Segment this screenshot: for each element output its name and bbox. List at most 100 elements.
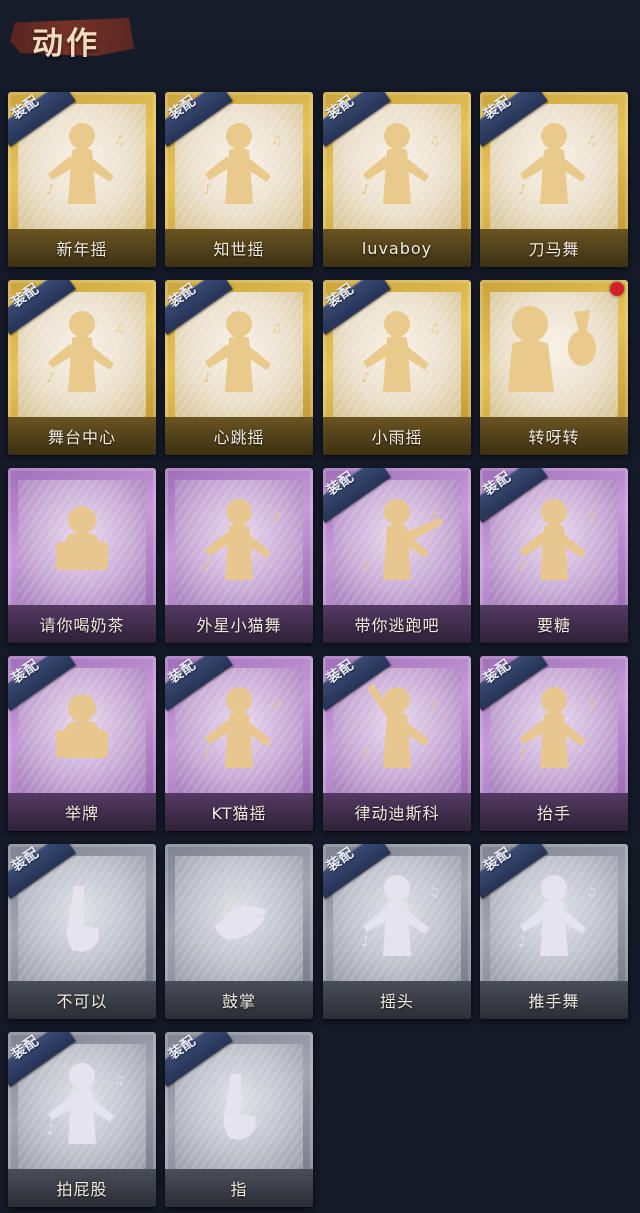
card-label: 鼓掌: [221, 992, 256, 1011]
emote-card[interactable]: 指 装配: [165, 1032, 313, 1207]
emote-card[interactable]: ♪ ♫ KT猫摇 装配: [165, 656, 313, 831]
svg-text:♪: ♪: [203, 182, 212, 198]
svg-text:♫: ♫: [271, 509, 282, 523]
card-label: 拍屁股: [56, 1180, 108, 1199]
card-label-bar: 心跳摇: [165, 417, 313, 455]
card-label: 带你逃跑吧: [354, 616, 440, 635]
emote-art: [490, 292, 618, 417]
svg-text:♪: ♪: [518, 746, 527, 762]
emote-card[interactable]: 举牌 装配: [8, 656, 156, 831]
emote-card[interactable]: 请你喝奶茶: [8, 468, 156, 643]
card-label-bar: 小雨摇: [323, 417, 471, 455]
svg-text:♪: ♪: [518, 934, 527, 950]
equipped-tag: 装配: [480, 468, 548, 523]
svg-text:♫: ♫: [429, 133, 440, 147]
svg-text:♫: ♫: [586, 697, 597, 711]
card-label-bar: KT猫摇: [165, 793, 313, 831]
svg-text:♫: ♫: [271, 133, 282, 147]
emote-card[interactable]: ♪ ♫ luvaboy 装配: [323, 92, 471, 267]
emote-card[interactable]: ♪ ♫ 知世摇 装配: [165, 92, 313, 267]
svg-text:♪: ♪: [203, 558, 212, 574]
card-label-bar: 新年摇: [8, 229, 156, 267]
card-label: 不可以: [56, 992, 108, 1011]
card-label-bar: luvaboy: [323, 229, 471, 267]
card-label: luvaboy: [361, 238, 433, 258]
svg-text:♫: ♫: [429, 885, 440, 899]
sign-holding-icon: [18, 480, 146, 605]
card-label: 知世摇: [213, 240, 265, 259]
card-label-bar: 举牌: [8, 793, 156, 831]
equipped-tag: 装配: [480, 656, 548, 711]
emote-card[interactable]: ♪ ♫ 拍屁股 装配: [8, 1032, 156, 1207]
svg-text:♫: ♫: [586, 133, 597, 147]
card-label-bar: 推手舞: [480, 981, 628, 1019]
emote-card[interactable]: ♪ ♫ 律动迪斯科 装配: [323, 656, 471, 831]
emote-card[interactable]: ♪ ♫ 刀马舞 装配: [480, 92, 628, 267]
emote-card[interactable]: ♪ ♫ 要糖 装配: [480, 468, 628, 643]
emote-card[interactable]: ♪ ♫ 带你逃跑吧 装配: [323, 468, 471, 643]
card-label: 摇头: [379, 992, 414, 1011]
card-label-bar: 鼓掌: [165, 981, 313, 1019]
card-label: 推手舞: [528, 992, 580, 1011]
emote-card[interactable]: ♪ ♫ 小雨摇 装配: [323, 280, 471, 455]
svg-text:♪: ♪: [361, 370, 370, 386]
emote-card[interactable]: ♪ ♫ 外星小猫舞: [165, 468, 313, 643]
equipped-tag: 装配: [165, 280, 233, 335]
clapping-hands-icon: [175, 856, 303, 981]
card-label: 要糖: [536, 616, 571, 635]
equipped-tag: 装配: [8, 656, 76, 711]
emote-art: ♪ ♫: [175, 480, 303, 605]
equipped-tag: 装配: [8, 280, 76, 335]
emote-card[interactable]: ♪ ♫ 推手舞 装配: [480, 844, 628, 1019]
girl-with-rabbit-icon: [490, 292, 618, 417]
card-label: 律动迪斯科: [354, 804, 440, 823]
equipped-tag: 装配: [165, 92, 233, 147]
svg-text:♪: ♪: [361, 558, 370, 574]
new-notification-dot: [610, 282, 624, 296]
svg-text:♪: ♪: [518, 558, 527, 574]
svg-text:♪: ♪: [361, 182, 370, 198]
svg-text:♫: ♫: [271, 321, 282, 335]
card-label-bar: 舞台中心: [8, 417, 156, 455]
card-label-bar: 外星小猫舞: [165, 605, 313, 643]
card-label: 抬手: [536, 804, 571, 823]
card-label-bar: 要糖: [480, 605, 628, 643]
equipped-tag: 装配: [323, 92, 391, 147]
dance-pose-icon: ♪ ♫: [175, 480, 303, 605]
equipped-tag: 装配: [8, 92, 76, 147]
card-label: KT猫摇: [211, 804, 267, 823]
equipped-tag: 装配: [323, 656, 391, 711]
svg-text:♫: ♫: [114, 133, 125, 147]
emote-art: [175, 856, 303, 981]
svg-text:♫: ♫: [114, 321, 125, 335]
svg-text:♪: ♪: [361, 934, 370, 950]
equipped-tag: 装配: [480, 844, 548, 899]
emote-grid: ♪ ♫ 新年摇 装配 ♪ ♫ 知世摇 装配 ♪ ♫ luvaboy 装配 ♪ ♫ 刀马舞 装配 ♪ ♫ 舞台中心 装配…: [0, 0, 640, 1213]
svg-text:♪: ♪: [46, 182, 55, 198]
emote-card[interactable]: ♪ ♫ 舞台中心 装配: [8, 280, 156, 455]
card-label-bar: 转呀转: [480, 417, 628, 455]
emote-card[interactable]: ♪ ♫ 摇头 装配: [323, 844, 471, 1019]
emote-card[interactable]: 鼓掌: [165, 844, 313, 1019]
emote-card[interactable]: ♪ ♫ 心跳摇 装配: [165, 280, 313, 455]
emote-card[interactable]: ♪ ♫ 抬手 装配: [480, 656, 628, 831]
card-label: 指: [230, 1180, 248, 1199]
card-label: 外星小猫舞: [196, 616, 282, 635]
svg-text:♫: ♫: [586, 509, 597, 523]
card-label-bar: 拍屁股: [8, 1169, 156, 1207]
svg-text:♪: ♪: [46, 370, 55, 386]
card-label-bar: 不可以: [8, 981, 156, 1019]
emote-card[interactable]: 不可以 装配: [8, 844, 156, 1019]
card-label-bar: 刀马舞: [480, 229, 628, 267]
card-label-bar: 请你喝奶茶: [8, 605, 156, 643]
svg-text:♫: ♫: [586, 885, 597, 899]
svg-text:♪: ♪: [203, 746, 212, 762]
svg-text:♪: ♪: [46, 1122, 55, 1138]
equipped-tag: 装配: [165, 1032, 233, 1087]
svg-text:♫: ♫: [429, 509, 440, 523]
emote-card[interactable]: ♪ ♫ 新年摇 装配: [8, 92, 156, 267]
svg-text:♪: ♪: [203, 370, 212, 386]
emote-card[interactable]: 转呀转: [480, 280, 628, 455]
card-label-bar: 律动迪斯科: [323, 793, 471, 831]
card-label-bar: 知世摇: [165, 229, 313, 267]
